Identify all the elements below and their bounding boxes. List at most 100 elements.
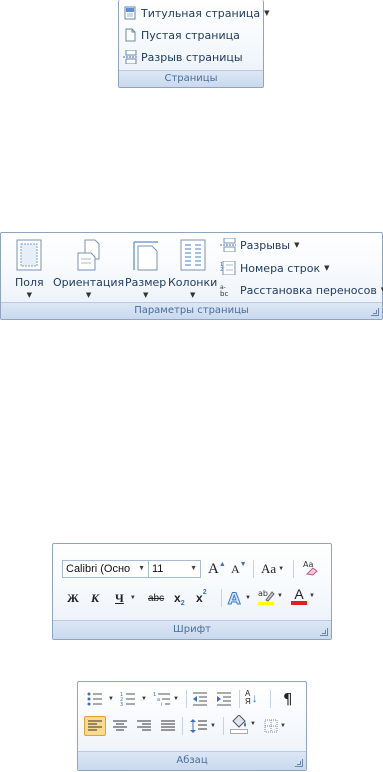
dialog-launcher-icon[interactable] [295,759,303,767]
paint-bucket-icon [232,714,246,728]
separator [223,717,224,735]
clear-formatting-button[interactable]: Aa [301,558,319,576]
subscript-button[interactable]: x2 [174,589,185,607]
chevron-down-icon: ▼ [280,723,286,729]
numbering-button[interactable]: 123 ▼ [120,690,147,708]
orientation-button[interactable]: Ориентация ▼ [53,239,124,299]
align-left-button[interactable] [84,716,106,736]
bullet-list-icon [87,692,102,706]
chevron-down-icon: ▼ [108,696,114,702]
italic-button[interactable]: К [91,589,99,607]
paragraph-group: ▼ 123 ▼ 1ai ▼ A Я ↓ ¶ ▼ ▼ ▼ Абзац [77,681,307,771]
line-spacing-icon [190,719,207,733]
grow-font-icon: A [208,560,219,577]
page-break-button[interactable]: Разрыв страницы [123,50,243,64]
dialog-launcher-icon[interactable] [320,628,328,636]
multilevel-list-button[interactable]: 1ai ▼ [153,690,179,708]
cover-page-label: Титульная страница [141,6,261,20]
shrink-font-icon: A [231,561,240,576]
superscript-button[interactable]: x2 [196,589,207,607]
align-right-icon [137,720,151,731]
text-effects-icon: A [228,589,242,607]
cover-page-button[interactable]: Титульная страница ▼ [123,6,269,20]
align-center-icon [113,720,127,731]
hyphenation-icon: a- bc [220,284,228,297]
svg-text:A: A [228,589,241,607]
chevron-down-icon: ▼ [129,595,136,601]
subscript-sub: 2 [180,600,185,607]
page-break-label: Разрыв страницы [141,50,243,64]
sort-button[interactable]: A Я ↓ [245,689,258,707]
font-name-select[interactable]: Calibri (Осно ▼ [62,560,149,578]
svg-text:i: i [161,702,162,707]
separator [186,690,187,708]
columns-icon [180,239,206,271]
size-button[interactable]: Размер ▼ [125,239,166,299]
decrease-indent-button[interactable] [192,690,208,708]
numbered-list-icon: 123 [120,692,135,707]
underline-icon: Ч [115,590,124,605]
grow-font-button[interactable]: A ▲ [208,560,226,578]
align-left-icon [88,720,102,731]
strikethrough-button[interactable]: abc [148,589,164,607]
sort-icon-2: Я [245,697,251,706]
subscript-icon: x [174,591,181,605]
orientation-label: Ориентация [53,276,125,289]
chevron-down-icon: ▼ [138,565,145,572]
borders-button[interactable]: ▼ [264,717,286,735]
separator [270,690,271,708]
pages-group-label: Страницы [119,70,263,87]
text-effects-button[interactable]: A ▼ [227,589,251,607]
highlight-button[interactable]: ab ▼ [257,587,283,605]
shading-button[interactable]: ▼ [230,714,256,734]
highlighter-icon: ab [258,589,275,602]
dialog-launcher-icon[interactable] [371,308,379,316]
show-marks-button[interactable]: ¶ [283,690,293,708]
bullets-button[interactable]: ▼ [87,690,114,708]
underline-button[interactable]: Ч ▼ [115,589,136,607]
font-name-value: Calibri (Осно [66,563,131,575]
font-group-label: Шрифт [53,620,331,639]
svg-text:2: 2 [220,267,223,273]
chevron-down-icon: ▼ [85,291,92,299]
blank-page-button[interactable]: Пустая страница [123,28,240,42]
font-color-button[interactable]: A ▼ [291,587,315,605]
font-size-select[interactable]: 11 ▼ [148,560,201,578]
shading-color-bar [230,728,248,734]
font-size-value: 11 [152,563,164,575]
font-color-icon: A [294,586,304,602]
breaks-icon [220,238,236,252]
align-right-button[interactable] [137,717,151,735]
shrink-font-button[interactable]: A ▼ [231,560,247,578]
strikethrough-icon: abc [148,592,165,604]
bold-button[interactable]: Ж [67,589,79,607]
pages-group: Титульная страница ▼ Пустая страница Раз… [118,0,269,88]
separator [239,690,240,708]
decrease-indent-icon [193,692,207,706]
arrow-down-icon: ↓ [251,690,258,705]
separator [253,560,254,578]
page-setup-group-label: Параметры страницы [1,302,382,319]
svg-text:3: 3 [120,702,123,707]
chevron-down-icon: ▼ [190,565,197,572]
align-center-button[interactable] [113,717,127,735]
justify-button[interactable] [161,717,175,735]
breaks-button[interactable]: Разрывы ▼ [220,238,299,252]
clear-formatting-icon: Aa [303,560,318,576]
chevron-down-icon: ▼ [277,593,283,599]
multilevel-list-icon: 1ai [153,692,170,707]
italic-icon: К [91,590,100,605]
columns-button[interactable]: Колонки ▼ [168,239,217,299]
chevron-down-icon: ▼ [264,9,270,17]
hyphenation-button[interactable]: a- bc Расстановка переносов ▼ [220,283,383,298]
margins-button[interactable]: Поля ▼ [15,239,44,299]
svg-text:bc: bc [220,290,228,297]
chevron-down-icon: ▼ [189,291,196,299]
chevron-down-icon: ▼ [142,291,149,299]
svg-text:1: 1 [153,692,156,698]
change-case-button[interactable]: Aa ▼ [261,560,284,578]
line-numbers-button[interactable]: 1 2 Номера строк ▼ [220,261,330,275]
separator [293,560,294,578]
increase-indent-button[interactable] [216,690,232,708]
line-spacing-button[interactable]: ▼ [190,717,216,735]
